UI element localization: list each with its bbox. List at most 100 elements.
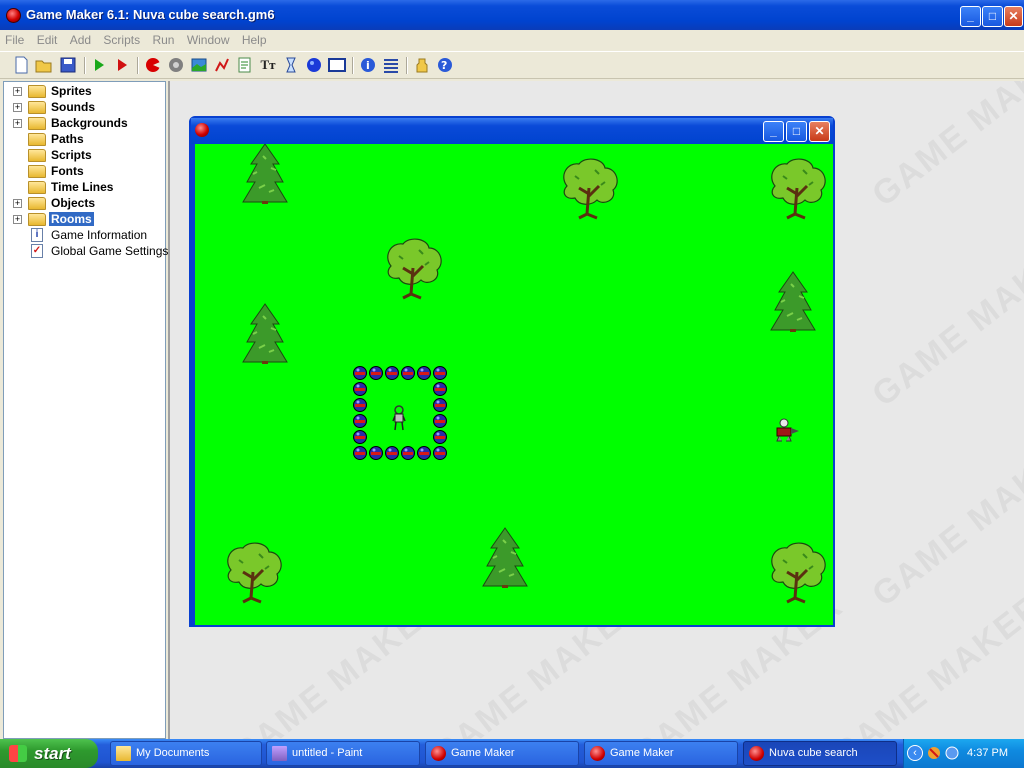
oak-tree-sprite <box>226 541 283 604</box>
folder-icon <box>28 149 46 162</box>
watermark: GAME MAKER <box>825 586 1024 739</box>
game-maximize-button[interactable]: □ <box>786 121 807 142</box>
maximize-button[interactable]: □ <box>982 6 1003 27</box>
game-maker-app-icon[interactable] <box>6 8 21 23</box>
folder-icon <box>116 746 131 761</box>
tree-item-scripts[interactable]: Scripts <box>4 147 164 163</box>
oak-tree-sprite <box>386 237 443 300</box>
close-button[interactable]: ✕ <box>1004 6 1023 27</box>
expand-icon[interactable]: + <box>13 199 22 208</box>
open-file-icon[interactable] <box>35 56 53 74</box>
new-file-icon[interactable] <box>12 56 30 74</box>
pine-tree-sprite <box>482 527 528 589</box>
game-window-titlebar[interactable]: _ □ ✕ <box>191 118 833 144</box>
expand-icon[interactable]: + <box>13 119 22 128</box>
cube-wall <box>353 366 447 460</box>
main-titlebar[interactable]: Game Maker 6.1: Nuva cube search.gm6 _ □… <box>0 0 1024 30</box>
add-room-icon[interactable] <box>328 56 346 74</box>
game-icon[interactable] <box>195 123 209 137</box>
info-icon: i <box>31 228 43 242</box>
add-font-icon[interactable]: Tт <box>259 56 277 74</box>
expand-icon[interactable]: + <box>13 215 22 224</box>
run-game-icon[interactable] <box>90 56 108 74</box>
game-window[interactable]: _ □ ✕ <box>189 116 835 627</box>
add-background-icon[interactable] <box>190 56 208 74</box>
menu-window[interactable]: Window <box>182 30 234 47</box>
tree-item-rooms[interactable]: + Rooms <box>4 211 164 227</box>
toolbar: Tт i ? <box>0 51 1024 79</box>
tree-item-game-information[interactable]: i Game Information <box>4 227 164 243</box>
menu-scripts[interactable]: Scripts <box>98 30 144 47</box>
enemy-sprite <box>776 418 800 442</box>
network-icon[interactable] <box>944 745 960 761</box>
menu-file[interactable]: File <box>0 30 28 47</box>
add-path-icon[interactable] <box>213 56 231 74</box>
oak-tree-sprite <box>562 157 619 220</box>
windows-flag-icon <box>9 745 27 762</box>
expand-icon[interactable]: + <box>13 87 22 96</box>
extension-icon[interactable] <box>413 56 431 74</box>
game-minimize-button[interactable]: _ <box>763 121 784 142</box>
folder-icon <box>28 133 46 146</box>
oak-tree-sprite <box>770 541 827 604</box>
folder-icon <box>28 197 46 210</box>
task-nuva-cube-search[interactable]: Nuva cube search <box>743 741 897 766</box>
tree-item-objects[interactable]: + Objects <box>4 195 164 211</box>
save-icon[interactable] <box>59 56 77 74</box>
watermark: GAME MAKER <box>865 81 1024 214</box>
watermark: GAME MAKER <box>865 426 1024 614</box>
player-sprite <box>392 405 406 431</box>
game-info-icon[interactable]: i <box>359 56 377 74</box>
start-button[interactable]: start <box>0 739 98 768</box>
taskbar: start My Documents untitled - Paint Game… <box>0 739 1024 768</box>
minimize-button[interactable]: _ <box>960 6 981 27</box>
game-maker-icon <box>590 746 605 761</box>
game-maker-icon <box>431 746 446 761</box>
add-timeline-icon[interactable] <box>282 56 300 74</box>
tree-item-sounds[interactable]: + Sounds <box>4 99 164 115</box>
pine-tree-sprite <box>242 303 288 365</box>
expand-icon[interactable]: + <box>13 103 22 112</box>
tree-item-paths[interactable]: Paths <box>4 131 164 147</box>
tree-item-time-lines[interactable]: Time Lines <box>4 179 164 195</box>
task-paint[interactable]: untitled - Paint <box>266 741 420 766</box>
window-title: Game Maker 6.1: Nuva cube search.gm6 <box>26 7 275 22</box>
help-icon[interactable]: ? <box>436 56 454 74</box>
menu-add[interactable]: Add <box>65 30 95 47</box>
tree-item-fonts[interactable]: Fonts <box>4 163 164 179</box>
pine-tree-sprite <box>242 143 288 205</box>
add-sound-icon[interactable] <box>167 56 185 74</box>
tray-app-icon[interactable] <box>926 745 942 761</box>
system-tray: ‹ 4:37 PM <box>903 739 1024 768</box>
paint-icon <box>272 746 287 761</box>
run-debug-icon[interactable] <box>113 56 131 74</box>
svg-text:?: ? <box>441 59 447 72</box>
game-close-button[interactable]: ✕ <box>809 121 830 142</box>
svg-text:i: i <box>366 59 370 72</box>
checklist-icon: ✓ <box>31 244 43 258</box>
menu-run[interactable]: Run <box>147 30 178 47</box>
add-object-icon[interactable] <box>305 56 323 74</box>
game-room[interactable] <box>195 143 833 625</box>
folder-icon <box>28 117 46 130</box>
tree-item-backgrounds[interactable]: + Backgrounds <box>4 115 164 131</box>
folder-icon <box>28 181 46 194</box>
global-settings-icon[interactable] <box>382 56 400 74</box>
tree-item-global-game-settings[interactable]: ✓ Global Game Settings <box>4 243 168 259</box>
game-sprites <box>226 143 827 604</box>
menu-edit[interactable]: Edit <box>32 30 62 47</box>
chevron-left-icon[interactable]: ‹ <box>907 745 923 761</box>
clock[interactable]: 4:37 PM <box>967 747 1008 759</box>
watermark: GAME MAKER <box>865 226 1024 414</box>
game-maker-icon <box>749 746 764 761</box>
add-sprite-icon[interactable] <box>144 56 162 74</box>
add-script-icon[interactable] <box>236 56 254 74</box>
tree-item-sprites[interactable]: + Sprites <box>4 83 164 99</box>
resource-tree[interactable]: + Sprites + Sounds + Backgrounds Paths Scri… <box>3 81 168 739</box>
menu-bar: File Edit Add Scripts Run Window Help <box>0 30 1024 50</box>
menu-help[interactable]: Help <box>237 30 271 47</box>
task-game-maker[interactable]: Game Maker <box>584 741 738 766</box>
task-my-documents[interactable]: My Documents <box>110 741 262 766</box>
task-game-maker[interactable]: Game Maker <box>425 741 579 766</box>
folder-icon <box>28 101 46 114</box>
